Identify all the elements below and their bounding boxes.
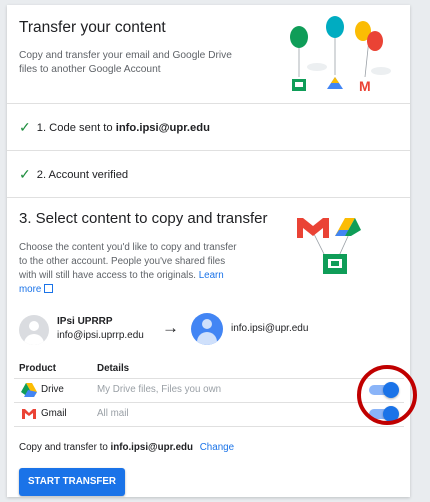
check-icon: ✓ — [19, 166, 31, 182]
destination-avatar — [191, 313, 223, 345]
gmail-icon — [22, 409, 36, 419]
table-row-gmail: Gmail All mail — [19, 403, 404, 425]
gmail-drive-illustration — [297, 218, 361, 274]
page-subtitle: Copy and transfer your email and Google … — [19, 50, 232, 75]
start-transfer-button[interactable]: START TRANSFER — [19, 468, 125, 496]
step-account-verified: ✓ 2. Account verified — [7, 150, 410, 198]
product-name: Drive — [41, 384, 64, 395]
product-column-header: Product — [19, 363, 57, 374]
select-content-title: 3. Select content to copy and transfer — [19, 210, 268, 227]
source-account-email: info@ipsi.uprrp.edu — [57, 330, 144, 341]
balloons-illustration: M — [290, 16, 391, 94]
source-avatar — [19, 315, 49, 345]
page-title: Transfer your content — [19, 19, 166, 36]
highlight-circle — [357, 365, 417, 425]
step-2-label: 2. Account verified — [36, 168, 129, 181]
source-account-name: IPsi UPRRP — [57, 316, 113, 327]
table-row-drive: Drive My Drive files, Files you own — [19, 379, 404, 401]
product-details: All mail — [97, 408, 129, 419]
product-name: Gmail — [41, 408, 67, 419]
arrow-right-icon: → — [162, 318, 179, 337]
step-1-label: 1. Code sent to info.ipsi@upr.edu — [36, 121, 210, 134]
details-column-header: Details — [97, 363, 130, 374]
svg-text:M: M — [359, 78, 371, 94]
drive-icon — [21, 383, 37, 397]
external-link-icon[interactable] — [44, 284, 54, 293]
check-icon: ✓ — [19, 119, 31, 135]
product-details: My Drive files, Files you own — [97, 384, 222, 395]
copy-destination-line: Copy and transfer to info.ipsi@upr.edu C… — [19, 442, 235, 453]
table-divider — [14, 426, 404, 427]
select-content-description: Choose the content you'd like to copy an… — [19, 242, 237, 295]
destination-account-email: info.ipsi@upr.edu — [231, 323, 309, 334]
header-section: Transfer your content Copy and transfer … — [7, 5, 410, 104]
step-code-sent: ✓ 1. Code sent to info.ipsi@upr.edu — [7, 103, 410, 151]
transfer-card: Transfer your content Copy and transfer … — [7, 5, 410, 497]
change-link[interactable]: Change — [200, 442, 234, 453]
account-transfer-row: IPsi UPRRP info@ipsi.uprrp.edu → info.ip… — [19, 313, 399, 353]
